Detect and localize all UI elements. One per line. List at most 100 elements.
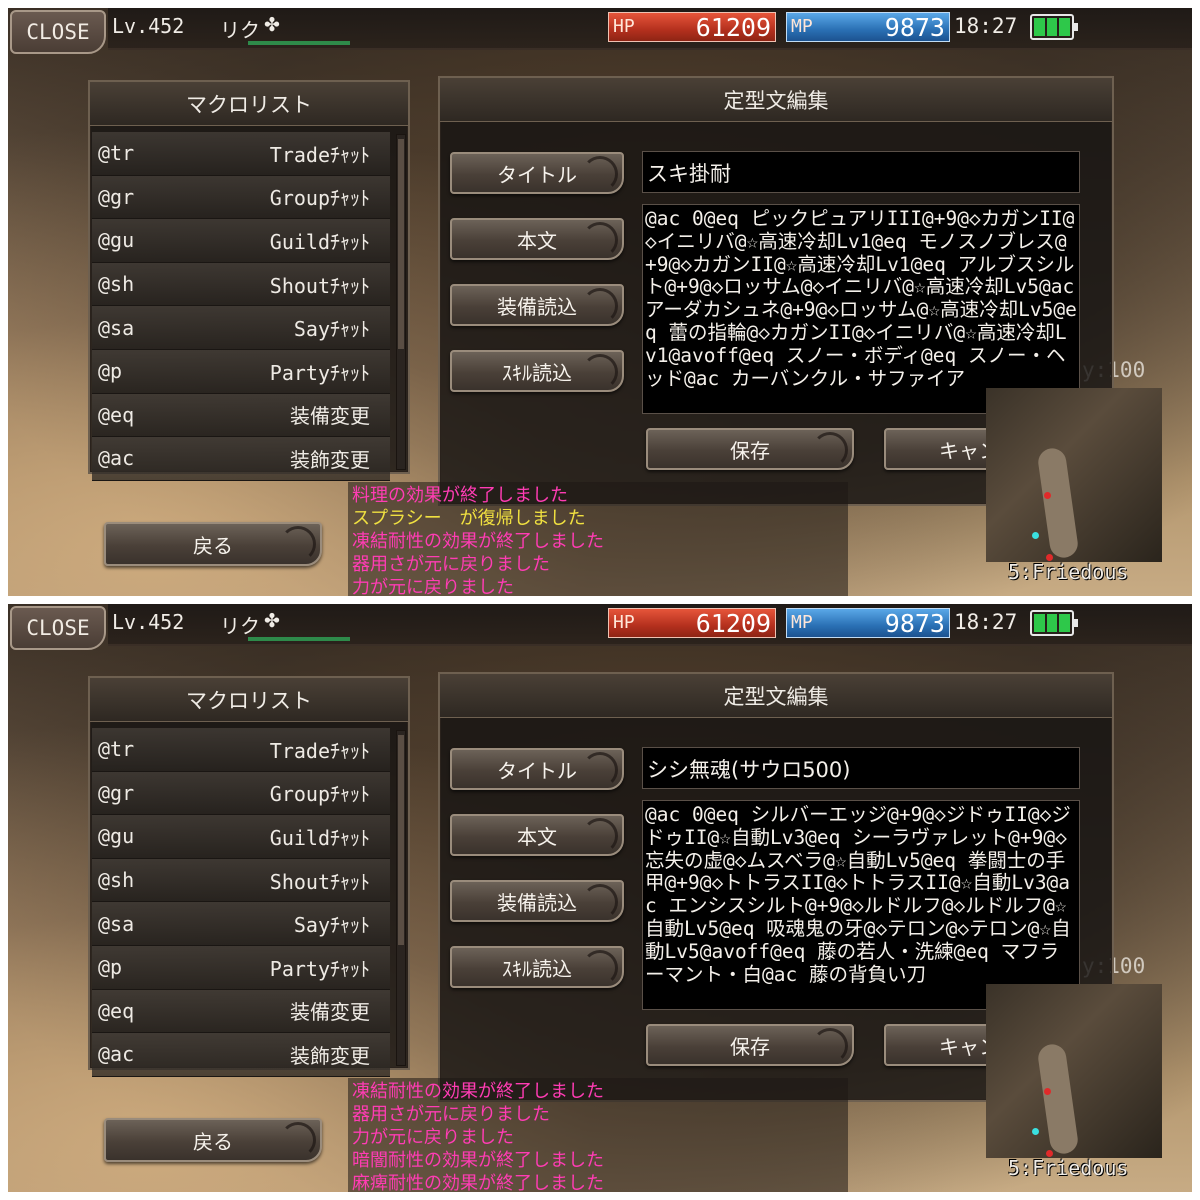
title-button-label: タイトル [497, 758, 577, 783]
swirl-icon [582, 222, 618, 258]
log-line: 力が元に戻りました [352, 577, 514, 596]
mp-gauge: MP 9873 [786, 12, 950, 42]
macro-list-item[interactable]: @gr Groupﾁｬｯﾄ [92, 771, 390, 816]
swirl-icon [280, 1122, 316, 1158]
system-message-log: 凍結耐性の効果が終了しました 器用さが元に戻りました 力が元に戻りました 暗闇耐性の効… [348, 1078, 848, 1192]
skill-load-button[interactable]: ｽｷﾙ読込 [450, 350, 624, 392]
character-name: リク [220, 18, 260, 42]
macro-list-item[interactable]: @tr Tradeﾁｬｯﾄ [92, 132, 390, 176]
macro-command: @sa [98, 315, 135, 340]
mp-gauge: MP 9873 [786, 608, 950, 638]
body-button[interactable]: 本文 [450, 218, 624, 260]
swirl-icon [582, 884, 618, 920]
macro-command: @p [98, 955, 123, 980]
macro-command: @eq [98, 402, 135, 427]
mp-value: 9873 [884, 609, 945, 638]
name-underline-bar [248, 637, 350, 641]
macro-list-item[interactable]: @tr Tradeﾁｬｯﾄ [92, 728, 390, 772]
game-screen-2: CLOSE Lv.452 リク ✤ HP 61209 MP 9873 18:27… [8, 604, 1192, 1192]
title-button[interactable]: タイトル [450, 152, 624, 194]
battery-icon [1030, 610, 1078, 636]
macro-list-item[interactable]: @sh Shoutﾁｬｯﾄ [92, 858, 390, 903]
swirl-icon [812, 1028, 848, 1064]
swirl-icon [582, 818, 618, 854]
macro-scrollbar[interactable] [396, 134, 406, 470]
minimap-path [1036, 1042, 1080, 1156]
equip-load-button[interactable]: 装備読込 [450, 284, 624, 326]
hp-label: HP [613, 16, 635, 37]
minimap[interactable] [986, 388, 1162, 562]
macro-command: @sh [98, 272, 135, 297]
save-button[interactable]: 保存 [646, 1024, 854, 1066]
minimap-path [1036, 446, 1080, 560]
macro-list: @tr Tradeﾁｬｯﾄ @gr Groupﾁｬｯﾄ @gu Guildﾁｬｯﾄ @sh S… [92, 728, 390, 1077]
log-line: 器用さが元に戻りました [352, 1104, 550, 1125]
hp-label: HP [613, 612, 635, 633]
macro-description: 装飾変更 [290, 447, 370, 472]
macro-description: Partyﾁｬｯﾄ [269, 956, 370, 981]
macro-list-item[interactable]: @gu Guildﾁｬｯﾄ [92, 219, 390, 263]
equip-load-button[interactable]: 装備読込 [450, 880, 624, 922]
hp-gauge: HP 61209 [608, 12, 776, 42]
title-input[interactable]: シシ無魂(サウロ500) [642, 747, 1080, 789]
macro-list-item[interactable]: @sa Sayﾁｬｯﾄ [92, 902, 390, 946]
macro-description: Tradeﾁｬｯﾄ [269, 142, 370, 167]
body-textarea[interactable]: @ac 0@eq ピックピュアリIII@+9@◇カガンII@◇イニリバ@☆高速冷… [642, 204, 1080, 414]
macro-command: @ac [98, 446, 135, 471]
player-marker [1032, 532, 1039, 539]
macro-list-item[interactable]: @sa Sayﾁｬｯﾄ [92, 306, 390, 350]
close-button[interactable]: CLOSE [10, 606, 106, 650]
swirl-icon [582, 288, 618, 324]
map-name: 5:Friedous [1008, 1156, 1129, 1180]
macro-list-item[interactable]: @eq 装備変更 [92, 989, 390, 1034]
body-textarea[interactable]: @ac 0@eq シルバーエッジ@+9@◇ジドゥII@◇ジドゥII@☆自動Lv3… [642, 800, 1080, 1010]
macro-command: @gr [98, 780, 135, 805]
skill-load-label: ｽｷﾙ読込 [502, 360, 572, 385]
macro-description: 装飾変更 [290, 1043, 370, 1068]
macro-list-item[interactable]: @p Partyﾁｬｯﾄ [92, 349, 390, 394]
macro-description: 装備変更 [290, 1000, 370, 1025]
clover-icon: ✤ [264, 14, 280, 36]
minimap[interactable] [986, 984, 1162, 1158]
macro-command: @ac [98, 1042, 135, 1067]
macro-description: Partyﾁｬｯﾄ [269, 360, 370, 385]
level-display: Lv.452 [112, 14, 185, 38]
macro-list-title: マクロリスト [90, 82, 408, 126]
scroll-thumb[interactable] [398, 139, 404, 349]
macro-command: @eq [98, 998, 135, 1023]
title-button-label: タイトル [497, 162, 577, 187]
title-input[interactable]: スキ掛耐 [642, 151, 1080, 193]
save-button-label: 保存 [730, 1034, 770, 1059]
macro-list-item[interactable]: @p Partyﾁｬｯﾄ [92, 945, 390, 990]
body-button[interactable]: 本文 [450, 814, 624, 856]
body-button-label: 本文 [517, 824, 557, 849]
back-button[interactable]: 戻る [104, 1118, 322, 1162]
log-line: スプラシー が復帰しました [352, 508, 586, 529]
back-button[interactable]: 戻る [104, 522, 322, 566]
name-underline-bar [248, 41, 350, 45]
save-button[interactable]: 保存 [646, 428, 854, 470]
swirl-icon [280, 526, 316, 562]
log-line: 麻痺耐性の効果が終了しました [352, 1173, 604, 1192]
scroll-thumb[interactable] [398, 735, 404, 945]
macro-list-item[interactable]: @gu Guildﾁｬｯﾄ [92, 815, 390, 859]
macro-list-item[interactable]: @ac 装飾変更 [92, 1033, 390, 1077]
macro-list-item[interactable]: @eq 装備変更 [92, 393, 390, 438]
title-button[interactable]: タイトル [450, 748, 624, 790]
skill-load-label: ｽｷﾙ読込 [502, 956, 572, 981]
macro-list-item[interactable]: @ac 装飾変更 [92, 437, 390, 481]
log-line: 暗闇耐性の効果が終了しました [352, 1150, 604, 1171]
macro-list-item[interactable]: @gr Groupﾁｬｯﾄ [92, 175, 390, 220]
macro-description: Tradeﾁｬｯﾄ [269, 738, 370, 763]
macro-description: Sayﾁｬｯﾄ [293, 317, 370, 342]
macro-scrollbar[interactable] [396, 730, 406, 1066]
macro-list-item[interactable]: @sh Shoutﾁｬｯﾄ [92, 262, 390, 307]
skill-load-button[interactable]: ｽｷﾙ読込 [450, 946, 624, 988]
macro-description: Guildﾁｬｯﾄ [269, 229, 370, 254]
equip-load-label: 装備読込 [497, 294, 577, 319]
back-button-label: 戻る [193, 1129, 233, 1154]
close-button[interactable]: CLOSE [10, 10, 106, 54]
macro-command: @sa [98, 911, 135, 936]
mp-label: MP [791, 612, 813, 633]
system-message-log: 料理の効果が終了しました スプラシー が復帰しました 凍結耐性の効果が終了しました器… [348, 482, 848, 596]
